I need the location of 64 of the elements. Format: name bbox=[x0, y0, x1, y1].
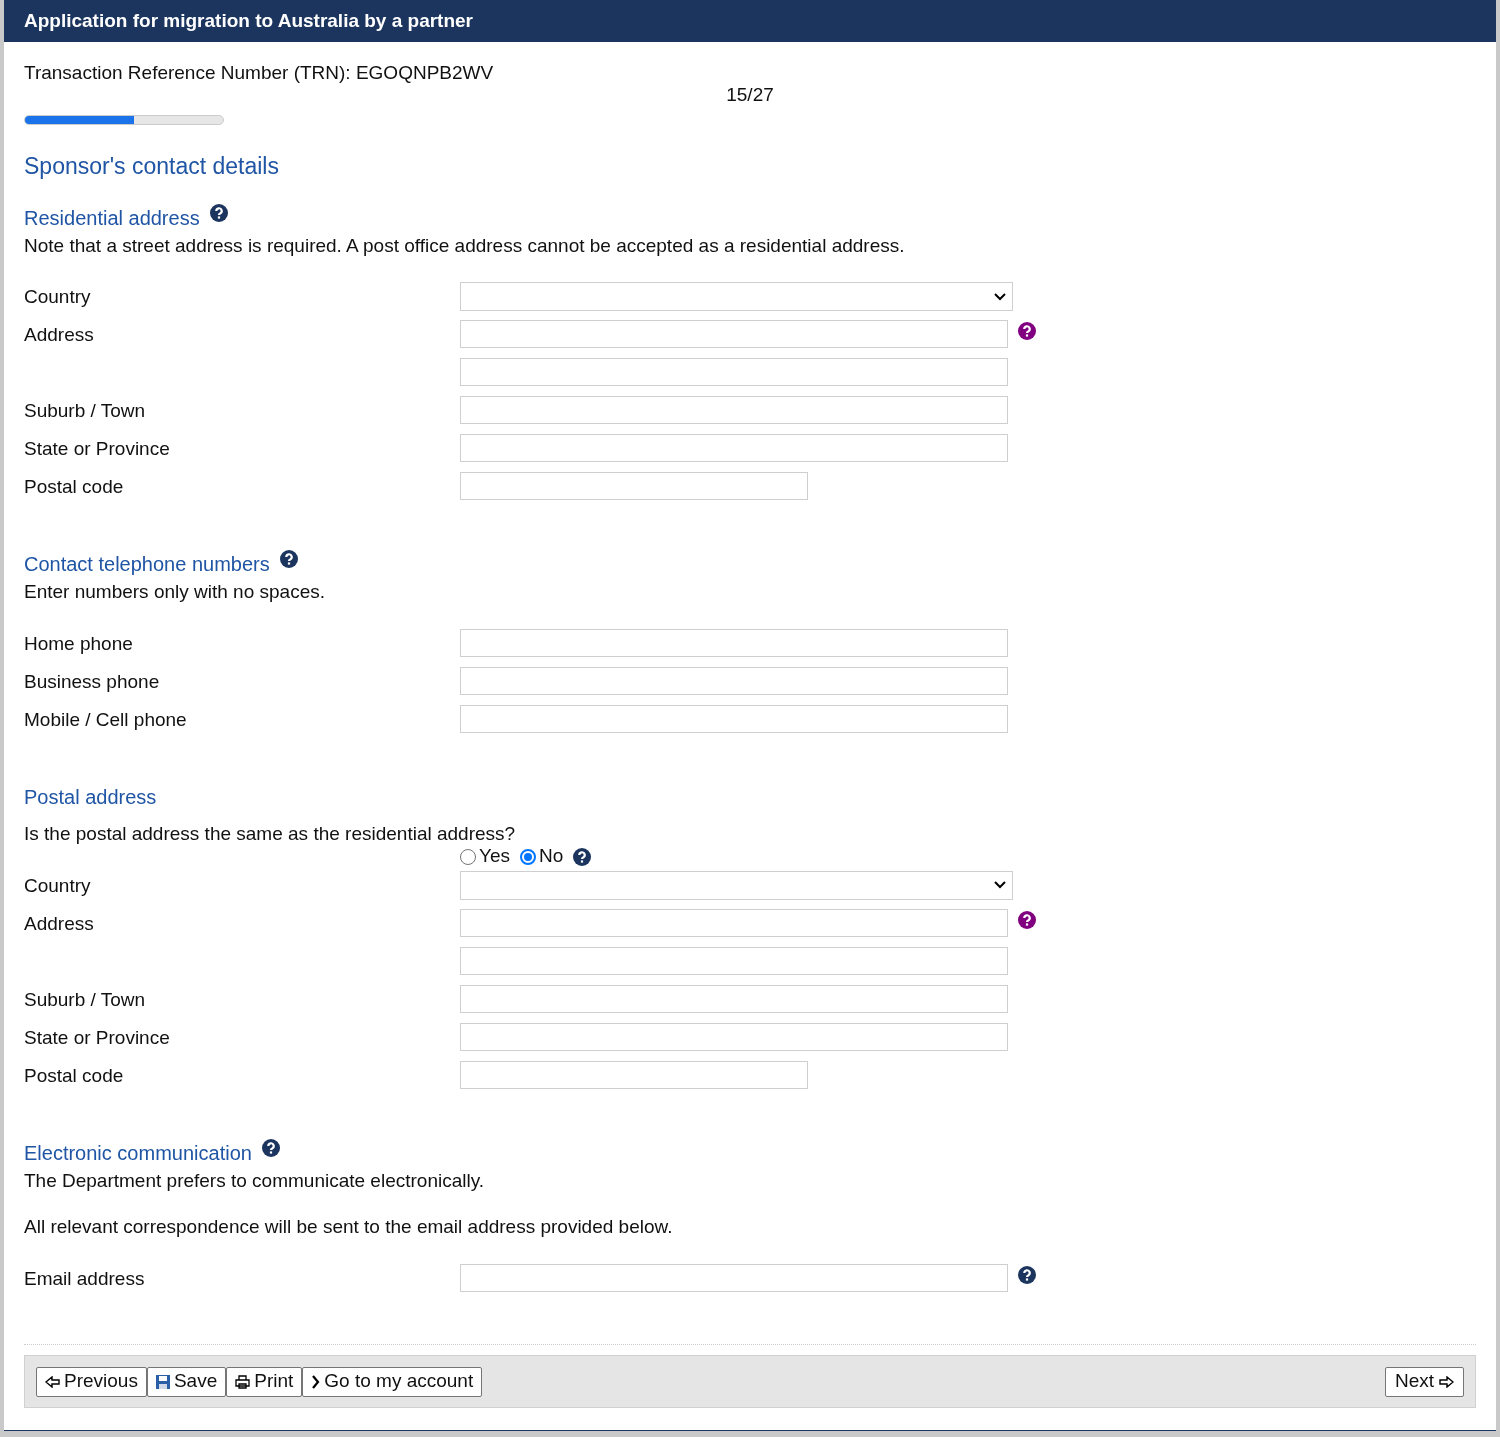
section-heading: Residential address bbox=[24, 205, 200, 231]
text-input[interactable] bbox=[460, 1263, 1008, 1292]
field-label: Address bbox=[24, 324, 94, 345]
chevron-right-icon bbox=[311, 1374, 321, 1389]
field-label: Country bbox=[24, 874, 91, 896]
section-heading: Postal address bbox=[24, 784, 157, 810]
country-select[interactable] bbox=[460, 282, 1013, 311]
field-label: Mobile / Cell phone bbox=[24, 708, 187, 730]
toolbar-button[interactable]: Print bbox=[226, 1366, 303, 1397]
note-text: All relevant correspondence will be sent to the email address provided below. bbox=[24, 1215, 674, 1239]
arrow-right-icon bbox=[1439, 1375, 1454, 1388]
help-icon[interactable] bbox=[573, 847, 592, 866]
progress-count: 15/27 bbox=[726, 84, 774, 106]
text-input[interactable] bbox=[460, 1060, 808, 1089]
radio-label: Yes bbox=[479, 844, 510, 869]
section-heading: Contact telephone numbers bbox=[24, 552, 270, 577]
text-input[interactable] bbox=[460, 984, 1008, 1013]
note-text: Enter numbers only with no spaces. bbox=[24, 580, 326, 604]
next-button[interactable]: Next bbox=[1384, 1366, 1464, 1397]
text-input[interactable] bbox=[460, 472, 808, 500]
text-input[interactable] bbox=[460, 1022, 1008, 1051]
text-input[interactable] bbox=[460, 396, 1008, 424]
text-input[interactable] bbox=[460, 946, 1008, 975]
toolbar-button[interactable]: Previous bbox=[36, 1366, 147, 1397]
page-title: Sponsor's contact details bbox=[24, 152, 280, 181]
chevron-down-icon bbox=[994, 292, 1006, 301]
radio-label: No bbox=[539, 844, 564, 869]
toolbar-button[interactable]: Go to my account bbox=[302, 1366, 483, 1397]
field-label: Email address bbox=[24, 1267, 145, 1289]
field-label: Suburb / Town bbox=[24, 988, 146, 1010]
field-label: State or Province bbox=[24, 1026, 170, 1048]
field-label: Country bbox=[24, 286, 91, 307]
radio-button[interactable] bbox=[460, 848, 476, 865]
note-text: Note that a street address is required. A post office address cannot be accepted as a residential address. bbox=[24, 233, 906, 258]
printer-icon bbox=[235, 1374, 251, 1389]
field-label: Postal code bbox=[24, 476, 124, 497]
help-icon[interactable] bbox=[261, 1138, 280, 1157]
help-icon[interactable] bbox=[279, 550, 298, 568]
question-text: Is the postal address the same as the residential address? bbox=[24, 822, 517, 845]
note-text: The Department prefers to communicate electronically. bbox=[24, 1168, 486, 1193]
text-input[interactable] bbox=[460, 628, 1008, 657]
help-icon[interactable] bbox=[1018, 910, 1036, 929]
trn-text: Transaction Reference Number (TRN): EGOQNPB2WV bbox=[24, 62, 495, 84]
header-title: Application for migration to Australia by a partner bbox=[24, 8, 473, 33]
text-input[interactable] bbox=[460, 666, 1008, 695]
radio-button[interactable] bbox=[520, 848, 536, 865]
help-icon[interactable] bbox=[1018, 322, 1036, 340]
chevron-down-icon bbox=[994, 881, 1006, 889]
toolbar-button[interactable]: Save bbox=[146, 1366, 227, 1397]
field-label: Address bbox=[24, 912, 94, 934]
field-label: Suburb / Town bbox=[24, 400, 146, 421]
help-icon[interactable] bbox=[209, 203, 228, 222]
field-label: Postal code bbox=[24, 1064, 124, 1086]
help-icon[interactable] bbox=[1018, 1265, 1036, 1284]
text-input[interactable] bbox=[460, 908, 1008, 937]
field-label: Home phone bbox=[24, 632, 133, 654]
text-input[interactable] bbox=[460, 320, 1008, 348]
section-heading: Electronic communication bbox=[24, 1140, 252, 1166]
text-input[interactable] bbox=[460, 358, 1008, 386]
arrow-left-icon bbox=[45, 1375, 60, 1388]
field-label: State or Province bbox=[24, 438, 170, 459]
text-input[interactable] bbox=[460, 704, 1008, 733]
text-input[interactable] bbox=[460, 434, 1008, 462]
field-label: Business phone bbox=[24, 670, 160, 692]
